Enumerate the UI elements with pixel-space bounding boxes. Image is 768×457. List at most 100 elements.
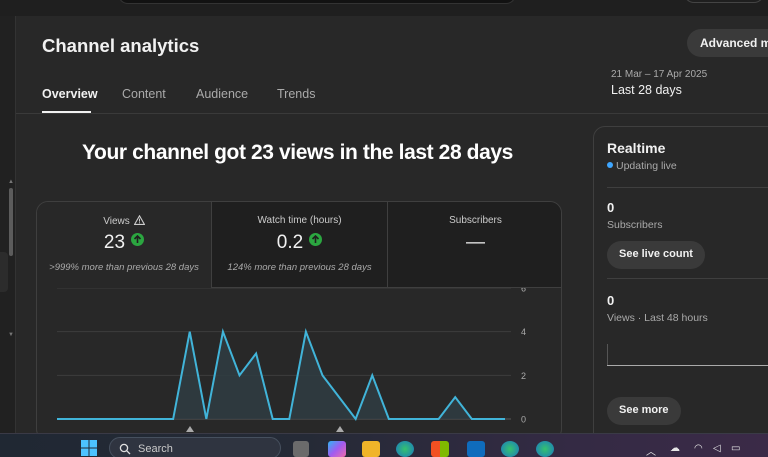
chart-y-tick-label: 0: [521, 415, 526, 425]
metric-views-label-text: Views: [103, 216, 130, 227]
top-create-button[interactable]: [684, 0, 764, 3]
outlook-icon[interactable]: [467, 441, 485, 457]
edge-browser-icon[interactable]: [501, 441, 519, 457]
realtime-status-text: Updating live: [616, 160, 677, 172]
volume-icon[interactable]: ◁: [713, 443, 721, 454]
chart-data-point[interactable]: [120, 416, 126, 422]
warning-icon[interactable]: [133, 214, 146, 228]
video-upload-marker-icon[interactable]: [336, 426, 344, 432]
metric-views-tab[interactable]: Views 23 >999% more than previous 28 day…: [37, 202, 211, 288]
scrollbar-thumb[interactable]: [9, 188, 13, 256]
advanced-mode-button[interactable]: Advanced mode: [687, 29, 768, 57]
metric-subscribers-tab[interactable]: Subscribers —: [387, 202, 561, 288]
chart-data-point[interactable]: [502, 416, 508, 422]
chart-data-point[interactable]: [436, 416, 442, 422]
os-taskbar: Search ︿ ☁ ◠ ◁ ▭: [0, 433, 768, 457]
chart-data-point[interactable]: [220, 329, 226, 335]
chart-y-tick-label: 2: [521, 371, 526, 381]
edge-browser-icon[interactable]: [536, 441, 554, 457]
realtime-subscribers-value: 0: [607, 200, 615, 215]
chart-data-point[interactable]: [154, 416, 160, 422]
trend-up-icon: [131, 233, 145, 246]
chart-data-point[interactable]: [253, 351, 259, 357]
chart-data-point[interactable]: [419, 416, 425, 422]
taskbar-search-placeholder: Search: [138, 443, 173, 455]
realtime-subscribers-label: Subscribers: [607, 219, 663, 231]
edge-browser-icon[interactable]: [396, 441, 414, 457]
video-upload-marker-icon[interactable]: [186, 426, 194, 432]
metric-watch-time-comparison: 124% more than previous 28 days: [227, 262, 372, 273]
tab-content[interactable]: Content: [122, 87, 166, 101]
store-icon[interactable]: [431, 441, 449, 457]
realtime-views-value: 0: [607, 293, 615, 308]
trend-up-icon: [309, 233, 323, 246]
metric-watch-time-label: Watch time (hours): [257, 215, 342, 226]
chart-data-point[interactable]: [203, 416, 209, 422]
task-view-icon[interactable]: [293, 441, 309, 457]
top-bar: [0, 0, 768, 16]
chart-data-point[interactable]: [319, 372, 325, 378]
tray-chevron-up-icon[interactable]: ︿: [646, 443, 656, 457]
chart-data-point[interactable]: [71, 416, 77, 422]
sidebar-edge-panel: [0, 252, 8, 292]
page-title: Channel analytics: [42, 35, 200, 56]
left-sidebar: [0, 16, 16, 433]
overview-headline: Your channel got 23 views in the last 28…: [82, 141, 513, 164]
see-live-count-button[interactable]: See live count: [607, 241, 705, 269]
chart-data-point[interactable]: [485, 416, 491, 422]
chart-data-point[interactable]: [270, 416, 276, 422]
chart-y-tick-label: 6: [521, 288, 526, 294]
chart-data-point[interactable]: [303, 329, 309, 335]
battery-icon[interactable]: ▭: [731, 443, 740, 454]
scroll-up-icon[interactable]: ▲: [8, 179, 14, 185]
metric-subscribers-label: Subscribers: [449, 215, 502, 226]
chart-data-point[interactable]: [237, 372, 243, 378]
chart-data-point[interactable]: [87, 416, 93, 422]
realtime-card: Realtime Updating live 0 Subscribers See…: [593, 126, 768, 446]
chart-data-point[interactable]: [54, 416, 60, 422]
tray-cloud-icon[interactable]: ☁: [670, 443, 680, 454]
metrics-card: Views 23 >999% more than previous 28 day…: [36, 201, 562, 441]
tab-overview[interactable]: Overview: [42, 87, 98, 101]
chart-data-point[interactable]: [170, 416, 176, 422]
realtime-status: Updating live: [607, 160, 677, 172]
chart-data-point[interactable]: [137, 416, 143, 422]
metric-watch-time-number: 0.2: [276, 232, 304, 253]
views-chart[interactable]: 6 4 2 0: [37, 288, 562, 441]
wifi-icon[interactable]: ◠: [694, 443, 703, 454]
chart-data-point[interactable]: [402, 416, 408, 422]
chart-data-point[interactable]: [104, 416, 110, 422]
chart-data-point[interactable]: [369, 372, 375, 378]
chart-data-point[interactable]: [452, 394, 458, 400]
metric-views-comparison: >999% more than previous 28 days: [49, 262, 199, 273]
copilot-icon[interactable]: [328, 441, 346, 457]
date-range-label[interactable]: Last 28 days: [611, 83, 682, 97]
date-range-text[interactable]: 21 Mar – 17 Apr 2025: [611, 69, 707, 80]
realtime-title: Realtime: [607, 140, 666, 156]
search-icon: [119, 443, 131, 455]
windows-start-icon[interactable]: [80, 439, 98, 457]
header-divider: [16, 113, 768, 114]
metric-views-label: Views: [37, 214, 211, 228]
chart-data-point[interactable]: [353, 416, 359, 422]
chart-data-point[interactable]: [286, 416, 292, 422]
chart-data-point[interactable]: [336, 394, 342, 400]
tab-audience[interactable]: Audience: [196, 87, 248, 101]
metric-watch-time-tab[interactable]: Watch time (hours) 0.2 124% more than pr…: [211, 202, 387, 288]
top-search-box[interactable]: [118, 0, 516, 4]
chart-data-point[interactable]: [187, 329, 193, 335]
realtime-chart-baseline: [607, 365, 768, 366]
chart-data-point[interactable]: [386, 416, 392, 422]
chart-data-point[interactable]: [469, 416, 475, 422]
taskbar-search[interactable]: Search: [109, 437, 281, 457]
tab-trends[interactable]: Trends: [277, 87, 315, 101]
see-more-button[interactable]: See more: [607, 397, 681, 425]
realtime-views-label: Views · Last 48 hours: [607, 312, 708, 324]
realtime-divider: [607, 187, 768, 188]
metric-subscribers-value: —: [466, 232, 485, 253]
metric-views-number: 23: [103, 232, 126, 253]
scroll-down-icon[interactable]: ▼: [8, 332, 14, 338]
metric-views-value: 23: [37, 232, 211, 254]
live-dot-icon: [607, 162, 613, 168]
file-explorer-icon[interactable]: [362, 441, 380, 457]
